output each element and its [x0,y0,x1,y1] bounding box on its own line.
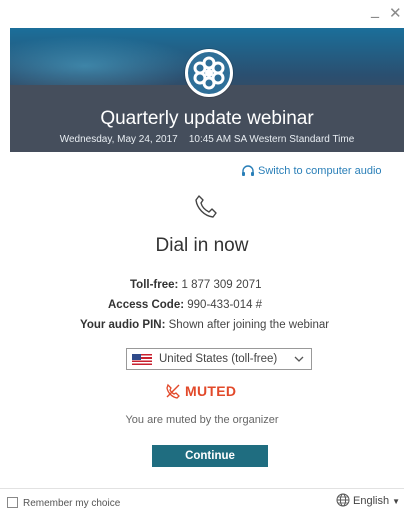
muted-status: MUTED [166,383,237,399]
dial-in-heading: Dial in now [155,235,249,256]
chevron-down-icon [294,356,304,362]
headset-icon [242,165,254,176]
remember-label: Remember my choice [23,498,121,509]
us-flag-icon [132,354,152,365]
switch-to-computer-audio-link[interactable]: Switch to computer audio [242,165,382,177]
access-code-row: Access Code: 990-433-014 # [108,299,404,311]
language-selector[interactable]: English ▼ [336,493,400,507]
close-button[interactable]: ✕ [389,4,402,22]
muted-label: MUTED [185,383,237,399]
audio-pin-label: Your audio PIN: [80,319,166,331]
webinar-datetime: Wednesday, May 24, 2017 10:45 AM SA West… [59,134,355,145]
toll-free-number: 1 877 309 2071 [181,279,262,291]
toll-free-row: Toll-free: 1 877 309 2071 [130,279,404,291]
language-label: English [353,495,390,507]
remember-checkbox[interactable] [7,497,18,508]
phone-icon [195,195,217,218]
country-selected-value: United States (toll-free) [159,353,278,365]
country-select[interactable]: United States (toll-free) [126,348,312,370]
audio-pin-row: Your audio PIN: Shown after joining the … [80,319,404,331]
remember-choice[interactable]: Remember my choice [7,497,120,509]
footer-divider [0,488,404,489]
caret-down-icon: ▼ [392,497,400,506]
webinar-title: Quarterly update webinar [100,108,314,129]
globe-icon [336,493,350,507]
minimize-button[interactable]: _ [371,0,379,18]
webinar-header: Quarterly update webinar Wednesday, May … [10,28,404,152]
continue-button[interactable]: Continue [152,445,268,467]
toll-free-label: Toll-free: [130,279,179,291]
muted-note: You are muted by the organizer [125,414,279,426]
audio-pin-value: Shown after joining the webinar [168,319,330,331]
gotowebinar-logo-icon [185,49,233,97]
access-code-label: Access Code: [108,299,185,311]
access-code-value: 990-433-014 # [187,299,263,311]
title-bar: _ ✕ [0,0,404,28]
switch-audio-label: Switch to computer audio [258,165,382,177]
phone-muted-icon [166,383,180,399]
